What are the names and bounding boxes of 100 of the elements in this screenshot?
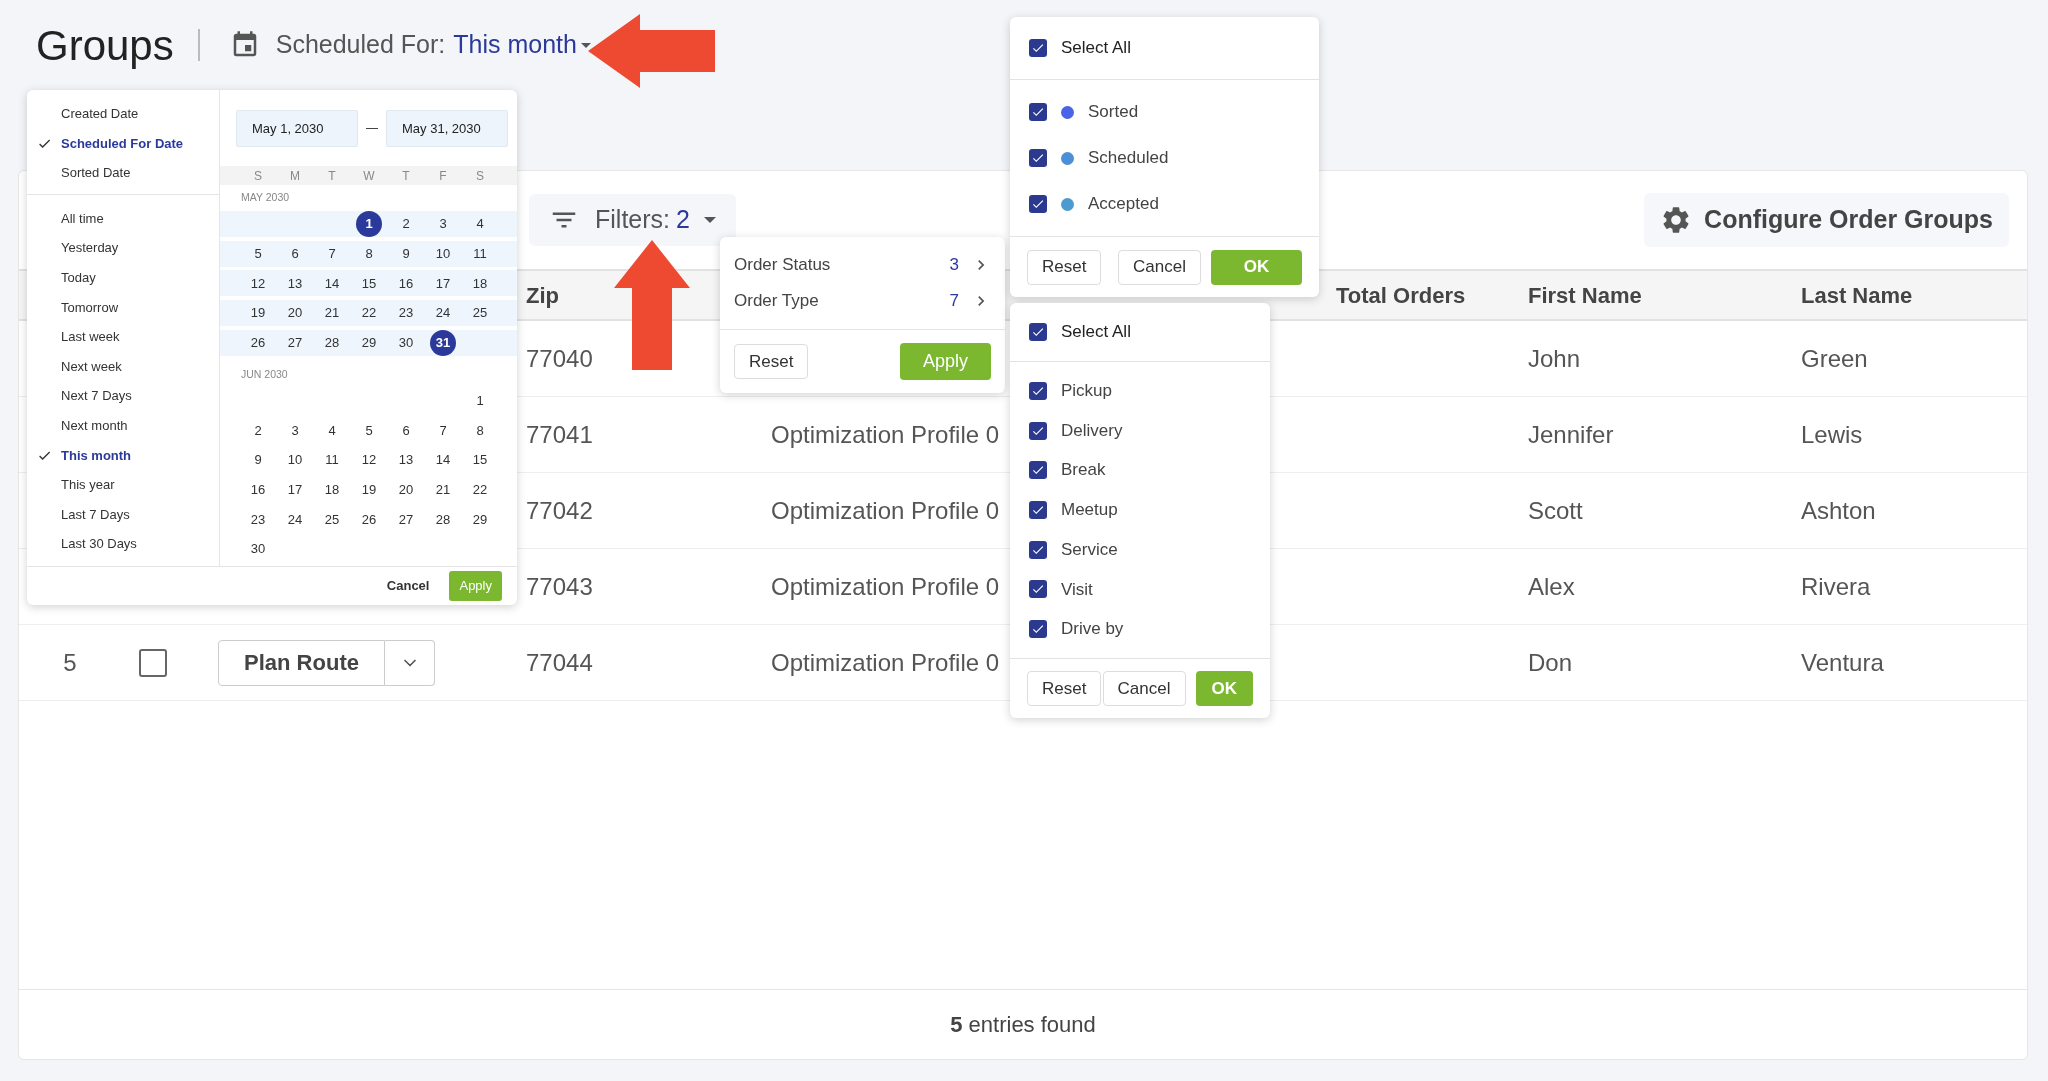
menu-item[interactable]: Last week [27, 322, 219, 352]
calendar-day[interactable]: 1 [467, 387, 493, 414]
calendar-day[interactable]: 14 [319, 270, 345, 297]
cancel-button[interactable]: Cancel [384, 576, 432, 596]
menu-button[interactable]: Cancel [1102, 670, 1186, 706]
menu-item[interactable]: Yesterday [27, 233, 219, 263]
filter-row[interactable]: Order Status 3 [720, 247, 1005, 283]
calendar-day[interactable]: 4 [467, 211, 493, 237]
calendar-day[interactable]: 21 [430, 476, 456, 503]
checkbox[interactable] [1029, 580, 1047, 599]
calendar-day[interactable]: 13 [282, 270, 308, 297]
menu-item[interactable]: All time [27, 203, 219, 234]
calendar-day[interactable]: 3 [430, 211, 456, 237]
calendar-day[interactable]: 26 [356, 506, 382, 533]
calendar-day[interactable]: 11 [467, 240, 493, 267]
calendar-day[interactable]: 29 [467, 506, 493, 533]
dropdown-toggle[interactable] [385, 639, 435, 686]
calendar-day[interactable]: 8 [467, 417, 493, 444]
calendar-day[interactable]: 9 [393, 240, 419, 267]
calendar-day[interactable]: 28 [430, 506, 456, 533]
calendar-day[interactable]: 12 [245, 270, 271, 297]
calendar-day[interactable]: 22 [356, 300, 382, 327]
menu-item[interactable]: This month [27, 440, 219, 471]
calendar-day[interactable]: 3 [282, 417, 308, 444]
date-range-dropdown[interactable]: This month [453, 26, 591, 64]
calendar-day[interactable]: 14 [430, 447, 456, 474]
menu-item[interactable]: Scheduled For Date [27, 128, 219, 159]
calendar-day[interactable]: 17 [282, 476, 308, 503]
menu-item[interactable]: Created Date [27, 99, 219, 129]
checkbox[interactable] [1029, 619, 1047, 638]
menu-item[interactable]: Tomorrow [27, 292, 219, 323]
calendar-day[interactable]: 5 [245, 240, 271, 267]
plan-route-button[interactable]: Plan Route [218, 639, 385, 686]
menu-button[interactable]: Reset [734, 344, 809, 379]
menu-item[interactable]: Last 7 Days [27, 499, 219, 530]
checkbox[interactable] [1029, 421, 1047, 440]
calendar-day[interactable]: 18 [467, 270, 493, 297]
calendar-day[interactable]: 25 [467, 300, 493, 327]
menu-item[interactable]: This year [27, 470, 219, 500]
calendar-day[interactable]: 5 [356, 417, 382, 444]
calendar-day[interactable]: 20 [282, 300, 308, 327]
checkbox[interactable] [1029, 103, 1047, 121]
checkbox[interactable] [139, 648, 167, 677]
calendar-day[interactable]: 19 [356, 476, 382, 503]
calendar-day[interactable]: 7 [430, 417, 456, 444]
calendar-day[interactable]: 30 [245, 536, 271, 563]
calendar-day[interactable]: 18 [319, 476, 345, 503]
menu-item[interactable]: Next 7 Days [27, 381, 219, 411]
menu-button[interactable]: Cancel [1118, 249, 1201, 285]
calendar-day[interactable]: 27 [282, 329, 308, 356]
checkbox[interactable] [1029, 39, 1047, 57]
menu-button[interactable]: Reset [1027, 670, 1102, 706]
end-date-field[interactable]: May 31, 2030 [386, 110, 508, 147]
calendar-day[interactable]: 22 [467, 476, 493, 503]
calendar-day[interactable]: 6 [282, 240, 308, 267]
menu-item[interactable]: Next month [27, 410, 219, 441]
calendar-day[interactable]: 15 [467, 447, 493, 474]
calendar-day[interactable]: 24 [430, 300, 456, 327]
checkbox[interactable] [1029, 540, 1047, 559]
calendar-day[interactable]: 16 [393, 270, 419, 297]
start-date-field[interactable]: May 1, 2030 [236, 110, 358, 147]
checkbox[interactable] [1029, 500, 1047, 519]
menu-item[interactable]: Sorted Date [27, 158, 219, 188]
checkbox[interactable] [1029, 195, 1047, 213]
calendar-day[interactable]: 30 [393, 329, 419, 356]
calendar-day[interactable]: 20 [393, 476, 419, 503]
calendar-day[interactable]: 17 [430, 270, 456, 297]
menu-item[interactable]: Today [27, 262, 219, 293]
calendar-day[interactable]: 21 [319, 300, 345, 327]
calendar-day[interactable]: 31 [430, 329, 456, 356]
checkbox[interactable] [1029, 323, 1047, 341]
calendar-day[interactable]: 12 [356, 447, 382, 474]
calendar-day[interactable]: 28 [319, 329, 345, 356]
calendar-day[interactable]: 29 [356, 329, 382, 356]
menu-item[interactable]: Last 30 Days [27, 529, 219, 559]
calendar-day[interactable]: 2 [245, 417, 271, 444]
calendar-day[interactable]: 27 [393, 506, 419, 533]
checkbox[interactable] [1029, 381, 1047, 400]
calendar-day[interactable]: 4 [319, 417, 345, 444]
filter-row[interactable]: Order Type 7 [720, 283, 1005, 319]
calendar-day[interactable]: 6 [393, 417, 419, 444]
checkbox[interactable] [1029, 149, 1047, 167]
calendar-day[interactable]: 23 [245, 506, 271, 533]
calendar-day[interactable]: 7 [319, 240, 345, 267]
calendar-day[interactable]: 13 [393, 447, 419, 474]
calendar-day[interactable]: 10 [430, 240, 456, 267]
calendar-day[interactable]: 25 [319, 506, 345, 533]
calendar-day[interactable]: 9 [245, 447, 271, 474]
checkbox[interactable] [1029, 461, 1047, 480]
calendar-day[interactable]: 24 [282, 506, 308, 533]
calendar-day[interactable]: 15 [356, 270, 382, 297]
menu-button[interactable]: Reset [1027, 249, 1102, 285]
filters-button[interactable]: Filters: 2 [529, 194, 736, 246]
calendar-day[interactable]: 11 [319, 447, 345, 474]
menu-item[interactable]: Next week [27, 351, 219, 382]
calendar-day[interactable]: 10 [282, 447, 308, 474]
calendar-day[interactable]: 2 [393, 211, 419, 237]
calendar-day[interactable]: 16 [245, 476, 271, 503]
calendar-day[interactable]: 23 [393, 300, 419, 327]
calendar-day[interactable]: 1 [356, 211, 382, 237]
